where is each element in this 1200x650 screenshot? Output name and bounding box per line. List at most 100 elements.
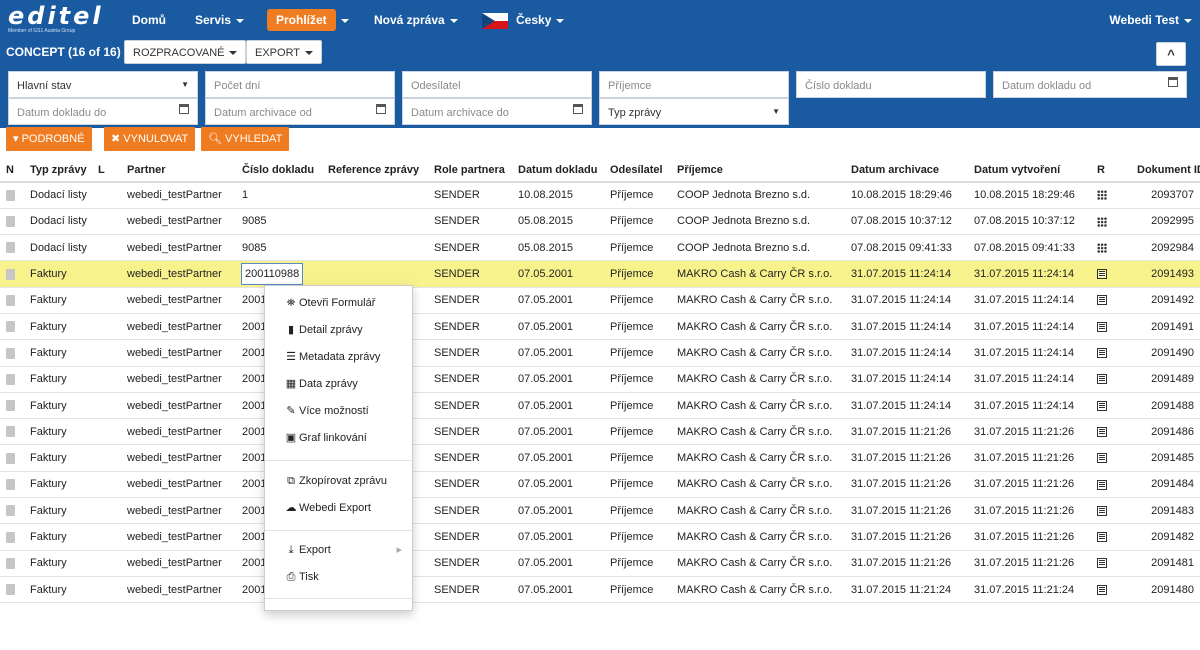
- table-row[interactable]: Faktury webedi_testPartner 2001 SENDER 07.05…: [0, 418, 1200, 446]
- menu-item-graf-linkovani[interactable]: ▣ Graf linkování: [265, 427, 412, 449]
- menu-item-tisk[interactable]: ⎙ Tisk: [265, 566, 412, 588]
- nav-language[interactable]: Česky: [482, 9, 565, 31]
- calendar-icon[interactable]: [376, 104, 386, 114]
- datum-archivace-od-field[interactable]: Datum archivace od: [205, 98, 395, 125]
- calendar-icon[interactable]: [179, 104, 189, 114]
- grid-icon[interactable]: [1097, 216, 1107, 227]
- cell-value: 07.05.2001: [518, 294, 574, 307]
- cell-r: [1091, 497, 1131, 525]
- header-col-datum-vytvoreni[interactable]: Datum vytvoření: [968, 158, 1091, 183]
- odesilatel-field[interactable]: Odesílatel: [402, 71, 592, 98]
- cell-role: SENDER: [428, 550, 512, 577]
- list-icon[interactable]: [1097, 479, 1107, 490]
- nav-nova-zprava[interactable]: Nová zpráva: [374, 9, 458, 31]
- header-col-r[interactable]: R: [1091, 158, 1131, 183]
- menu-item-vice-moznosti[interactable]: ✎ Více možností: [265, 400, 412, 422]
- calendar-icon[interactable]: [573, 104, 583, 114]
- cell-odesilatel: Příjemce: [604, 366, 671, 393]
- table-row[interactable]: Faktury webedi_testPartner 2001 SENDER 07.05…: [0, 366, 1200, 393]
- cell-value: 2091488: [1151, 399, 1194, 412]
- header-col-cislo-dokladu[interactable]: Číslo dokladu: [236, 158, 322, 183]
- header-col-prijemce[interactable]: Příjemce: [671, 158, 845, 183]
- header-col-reference-zpravy[interactable]: Reference zprávy: [322, 158, 428, 183]
- header-col-partner[interactable]: Partner: [121, 158, 236, 183]
- menu-item-export[interactable]: ⤓ Export ▸: [265, 539, 412, 561]
- table-row[interactable]: Dodací listy webedi_testPartner 9085 SENDER…: [0, 234, 1200, 262]
- header-col-l[interactable]: L: [92, 158, 121, 183]
- table-row[interactable]: Faktury webedi_testPartner 2001 SENDER 07.05…: [0, 576, 1200, 604]
- list-icon[interactable]: [1097, 321, 1107, 332]
- table-row[interactable]: Faktury webedi_testPartner 200110988 SENDER…: [0, 260, 1200, 288]
- header-col-dokument-id[interactable]: Dokument ID: [1131, 158, 1200, 183]
- menu-item-metadata-zpravy[interactable]: ☰ Metadata zprávy: [265, 346, 412, 368]
- export-dropdown[interactable]: EXPORT: [246, 40, 323, 64]
- table-row[interactable]: Faktury webedi_testPartner 2001 SENDER 07.05…: [0, 471, 1200, 499]
- menu-item-data-zpravy[interactable]: ▦ Data zprávy: [265, 373, 412, 395]
- list-icon[interactable]: [1097, 348, 1107, 359]
- menu-item-detail-zpravy[interactable]: ▮ Detail zprávy: [265, 319, 412, 341]
- cell-l: [92, 497, 121, 525]
- menu-item-zkopirovat-zpravu[interactable]: ⧉ Zkopírovat zprávu: [265, 470, 412, 492]
- header-col-typ-zpravy[interactable]: Typ zprávy: [24, 158, 92, 183]
- grid-icon[interactable]: [1097, 242, 1107, 253]
- cell-datum: 07.05.2001: [512, 260, 604, 288]
- menu-item-webedi-export[interactable]: ☁ Webedi Export: [265, 497, 412, 519]
- list-icon[interactable]: [1097, 558, 1107, 569]
- cell-value: 31.07.2015 11:21:26: [851, 557, 952, 570]
- datum-dokladu-do-field[interactable]: Datum dokladu do: [8, 98, 198, 125]
- cislo-dokladu-field[interactable]: Číslo dokladu: [796, 71, 986, 98]
- list-icon[interactable]: [1097, 532, 1107, 543]
- header-col-datum-dokladu[interactable]: Datum dokladu: [512, 158, 604, 183]
- pocet-dni-field[interactable]: Počet dní: [205, 71, 395, 98]
- collapse-filters-button[interactable]: ^: [1156, 42, 1186, 66]
- nav-home[interactable]: Domů: [132, 9, 166, 31]
- grid-icon[interactable]: [1097, 190, 1107, 201]
- table-row[interactable]: Dodací listy webedi_testPartner 9085 SENDER…: [0, 208, 1200, 236]
- vyhledat-button[interactable]: 🔍︎ VYHLEDAT: [201, 127, 290, 151]
- nav-user[interactable]: Webedi Test: [1109, 9, 1192, 31]
- list-icon[interactable]: [1097, 453, 1107, 464]
- main-nav: editel Member of GS1 Austria Group Domů …: [0, 0, 1200, 40]
- table-row[interactable]: Faktury webedi_testPartner 2001 SENDER 07.05…: [0, 339, 1200, 367]
- header-col-n[interactable]: N: [0, 158, 24, 183]
- table-row[interactable]: Faktury webedi_testPartner 2001 SENDER 07.05…: [0, 313, 1200, 341]
- datum-dokladu-od-field[interactable]: Datum dokladu od: [993, 71, 1187, 98]
- list-icon[interactable]: [1097, 505, 1107, 516]
- header-col-datum-archivace[interactable]: Datum archivace: [845, 158, 968, 183]
- header-col-role-partnera[interactable]: Role partnera: [428, 158, 512, 183]
- cell-id: 2091488: [1131, 392, 1200, 420]
- table-row[interactable]: Faktury webedi_testPartner 2001 SENDER 07.05…: [0, 444, 1200, 472]
- calendar-icon[interactable]: [1168, 77, 1178, 87]
- list-icon[interactable]: [1097, 295, 1107, 306]
- nav-servis[interactable]: Servis: [195, 9, 245, 31]
- cell-vytvoreni: 07.08.2015 09:41:33: [968, 234, 1091, 262]
- table-row[interactable]: Faktury webedi_testPartner 2001 SENDER 07.05…: [0, 523, 1200, 551]
- list-icon[interactable]: [1097, 584, 1107, 595]
- list-icon[interactable]: [1097, 374, 1107, 385]
- table-row[interactable]: Faktury webedi_testPartner 2001 SENDER 07.05…: [0, 550, 1200, 577]
- nav-prohlizet[interactable]: Prohlížet: [267, 9, 336, 31]
- table-row[interactable]: Faktury webedi_testPartner 2001 SENDER 07.05…: [0, 287, 1200, 314]
- rozpracovane-dropdown[interactable]: ROZPRACOVANÉ: [124, 40, 247, 64]
- cell-typ: Dodací listy: [24, 208, 92, 236]
- datum-archivace-do-field[interactable]: Datum archivace do: [402, 98, 592, 125]
- list-icon[interactable]: [1097, 426, 1107, 437]
- menu-item-oteviri-formular[interactable]: ⛯ Otevři Formulář: [265, 292, 412, 314]
- hlavni-stav-select[interactable]: Hlavní stav ▼: [8, 71, 198, 98]
- cell-value: 2092995: [1151, 215, 1194, 228]
- cell-reference-zpravy: [322, 260, 428, 288]
- table-row[interactable]: Faktury webedi_testPartner 2001 SENDER 07.05…: [0, 497, 1200, 525]
- cell-value: 2091484: [1151, 478, 1194, 491]
- list-icon[interactable]: [1097, 269, 1107, 280]
- list-icon[interactable]: [1097, 400, 1107, 411]
- vynulovat-button[interactable]: ✖ VYNULOVAT: [104, 127, 196, 151]
- table-row[interactable]: Dodací listy webedi_testPartner 1 SENDER 10.…: [0, 182, 1200, 209]
- nav-prohlizet-dropdown[interactable]: [336, 9, 349, 31]
- cell-value[interactable]: 200110988: [240, 263, 304, 286]
- podrobne-button[interactable]: ▾ PODROBNÉ: [6, 127, 92, 151]
- typ-zpravy-select[interactable]: Typ zprávy ▼: [599, 98, 789, 125]
- header-col-odesilatel[interactable]: Odesílatel: [604, 158, 671, 183]
- prijemce-field[interactable]: Příjemce: [599, 71, 789, 98]
- table-row[interactable]: Faktury webedi_testPartner 2001 SENDER 07.05…: [0, 392, 1200, 420]
- editel-logo[interactable]: editel Member of GS1 Austria Group: [8, 4, 104, 34]
